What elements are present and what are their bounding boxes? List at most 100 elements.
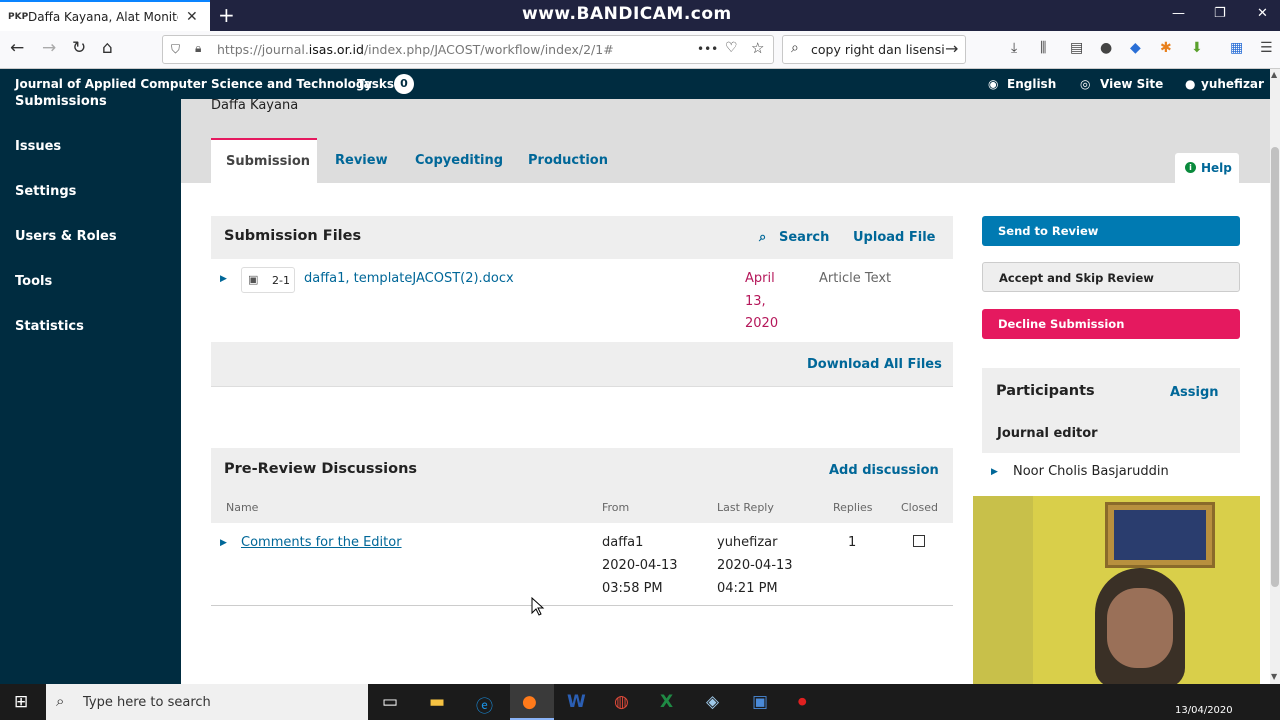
search-go-icon[interactable]: → <box>945 39 958 58</box>
tab-review[interactable]: Review <box>335 153 388 168</box>
upload-file-link[interactable]: Upload File <box>853 230 935 245</box>
close-tab-icon[interactable]: ✕ <box>186 9 198 25</box>
browser-tab[interactable]: PKP Daffa Kayana, Alat Monitoring ✕ <box>0 0 210 31</box>
reload-icon[interactable]: ↻ <box>72 38 86 58</box>
taskbar-search[interactable]: ⌕ Type here to search <box>46 684 368 720</box>
file-name-link[interactable]: daffa1, templateJACOST(2).docx <box>304 271 514 286</box>
page-scrollbar[interactable]: ▲ ▼ <box>1270 69 1280 684</box>
discussions-header: Pre-Review Discussions Add discussion Na… <box>211 448 953 523</box>
search-query[interactable]: copy right dan lisensi <box>811 42 945 57</box>
new-tab-icon[interactable]: + <box>218 3 235 27</box>
windows-start-icon[interactable]: ⊞ <box>14 692 28 712</box>
library-icon[interactable]: ⫼ <box>1040 40 1046 56</box>
app-icon[interactable]: ▣ <box>752 692 768 712</box>
edge-icon[interactable]: ⓔ <box>476 692 493 717</box>
sidebar-item-issues[interactable]: Issues <box>15 139 61 154</box>
column-replies: Replies <box>833 501 873 514</box>
firefox-icon: ● <box>522 692 537 712</box>
bookmark-star-icon[interactable]: ☆ <box>751 39 764 57</box>
files-search-link[interactable]: Search <box>779 230 829 245</box>
sidebar-item-submissions[interactable]: Submissions <box>15 94 107 109</box>
extension-cap-icon[interactable]: ◆ <box>1130 40 1141 56</box>
person <box>1095 568 1185 688</box>
participants-title: Participants <box>996 383 1095 399</box>
bandicam-watermark: www.BANDICAM.com <box>522 4 732 24</box>
tasks-count-badge[interactable]: 0 <box>394 74 414 94</box>
sidebar-item-tools[interactable]: Tools <box>15 274 52 289</box>
sidebar-item-statistics[interactable]: Statistics <box>15 319 84 334</box>
accept-skip-review-button[interactable]: Accept and Skip Review <box>982 262 1240 292</box>
add-discussion-link[interactable]: Add discussion <box>829 463 939 478</box>
file-explorer-icon[interactable]: ▬ <box>429 692 445 712</box>
assign-link[interactable]: Assign <box>1170 385 1219 400</box>
extensions-grid-icon[interactable]: ▦ <box>1230 40 1243 56</box>
expand-participant-icon[interactable]: ▶ <box>991 467 998 477</box>
expand-row-icon[interactable]: ▶ <box>220 538 227 548</box>
maximize-icon[interactable]: ❐ <box>1214 6 1226 21</box>
sidebar-item-users-roles[interactable]: Users & Roles <box>15 229 117 244</box>
browser-tab-bar: PKP Daffa Kayana, Alat Monitoring ✕ + ww… <box>0 0 1280 31</box>
participant-name[interactable]: Noor Cholis Basjaruddin <box>1013 464 1169 479</box>
submission-files-header: Submission Files ⌕ Search Upload File <box>211 216 953 259</box>
pkp-favicon-icon: PKP <box>8 11 29 22</box>
reply-user: yuhefizar <box>717 535 778 550</box>
pocket-icon[interactable]: ♡ <box>725 40 738 56</box>
home-icon[interactable]: ⌂ <box>102 38 113 58</box>
file-date-day: 13, <box>745 294 766 309</box>
decline-submission-button[interactable]: Decline Submission <box>982 309 1240 339</box>
view-site-link[interactable]: View Site <box>1100 77 1163 91</box>
closed-checkbox[interactable] <box>913 535 925 547</box>
sidebar: Submissions Issues Settings Users & Role… <box>0 94 181 684</box>
download-all-files-link[interactable]: Download All Files <box>807 357 942 372</box>
scroll-up-icon[interactable]: ▲ <box>1271 70 1277 79</box>
notes-icon[interactable]: ◈ <box>706 692 719 712</box>
account-icon[interactable]: ● <box>1100 40 1112 56</box>
tasks-link[interactable]: Tasks <box>357 77 394 91</box>
url-text[interactable]: https://journal.isas.or.id/index.php/JAC… <box>217 42 614 57</box>
reply-time: 04:21 PM <box>717 581 778 596</box>
scrollbar-thumb[interactable] <box>1271 147 1279 587</box>
help-button[interactable]: i Help <box>1175 153 1239 183</box>
send-to-review-button[interactable]: Send to Review <box>982 216 1240 246</box>
user-menu[interactable]: yuhefizar <box>1201 77 1264 91</box>
submission-header: Daffa Kayana Submission Review Copyediti… <box>181 98 1270 183</box>
task-view-icon[interactable]: ▭ <box>382 692 398 712</box>
menu-icon[interactable]: ☰ <box>1260 40 1273 56</box>
tab-production[interactable]: Production <box>528 153 608 168</box>
url-bar[interactable]: ⛉ 🔒︎ https://journal.isas.or.id/index.ph… <box>162 35 774 64</box>
expand-row-icon[interactable]: ▶ <box>220 274 227 284</box>
file-date-month: April <box>745 271 775 286</box>
download-icon[interactable]: ⤓ <box>1011 40 1017 56</box>
search-icon[interactable]: ⌕ <box>759 230 766 245</box>
language-link[interactable]: English <box>1007 77 1056 91</box>
minimize-icon[interactable]: — <box>1172 6 1185 21</box>
windows-taskbar: ⊞ ⌕ Type here to search ▭ ▬ ⓔ ● W ◍ X ◈ … <box>0 684 1280 720</box>
search-icon: ⌕ <box>791 40 799 56</box>
ojs-header: Journal of Applied Computer Science and … <box>0 69 1270 99</box>
close-window-icon[interactable]: ✕ <box>1257 6 1268 21</box>
discussion-name-link[interactable]: Comments for the Editor <box>241 535 402 550</box>
word-icon[interactable]: W <box>567 692 586 712</box>
chrome-icon[interactable]: ◍ <box>614 692 629 712</box>
journal-title[interactable]: Journal of Applied Computer Science and … <box>15 77 372 91</box>
extension-download-icon[interactable]: ⬇ <box>1191 40 1203 56</box>
sidebar-toggle-icon[interactable]: ▤ <box>1070 40 1083 56</box>
search-bar[interactable]: ⌕ copy right dan lisensi → <box>782 35 966 64</box>
shield-icon[interactable]: ⛉ <box>171 42 180 57</box>
tab-submission[interactable]: Submission <box>211 138 317 183</box>
scroll-down-icon[interactable]: ▼ <box>1271 672 1277 681</box>
page-actions-icon[interactable]: ••• <box>697 42 718 56</box>
back-icon[interactable]: ← <box>10 38 24 58</box>
excel-icon[interactable]: X <box>660 692 673 712</box>
lock-icon[interactable]: 🔒︎ <box>195 41 201 56</box>
participants-panel: Participants Assign Journal editor <box>982 368 1240 453</box>
sidebar-item-settings[interactable]: Settings <box>15 184 76 199</box>
bandicam-record-icon[interactable]: ⏺ <box>798 692 807 712</box>
webcam-overlay <box>973 496 1260 710</box>
extension-puzzle-icon[interactable]: ✱ <box>1160 40 1172 56</box>
firefox-taskbar-button[interactable]: ● <box>510 684 554 720</box>
column-closed: Closed <box>901 501 938 514</box>
forward-icon[interactable]: → <box>42 38 56 58</box>
taskbar-search-placeholder[interactable]: Type here to search <box>83 695 211 710</box>
tab-copyediting[interactable]: Copyediting <box>415 153 503 168</box>
